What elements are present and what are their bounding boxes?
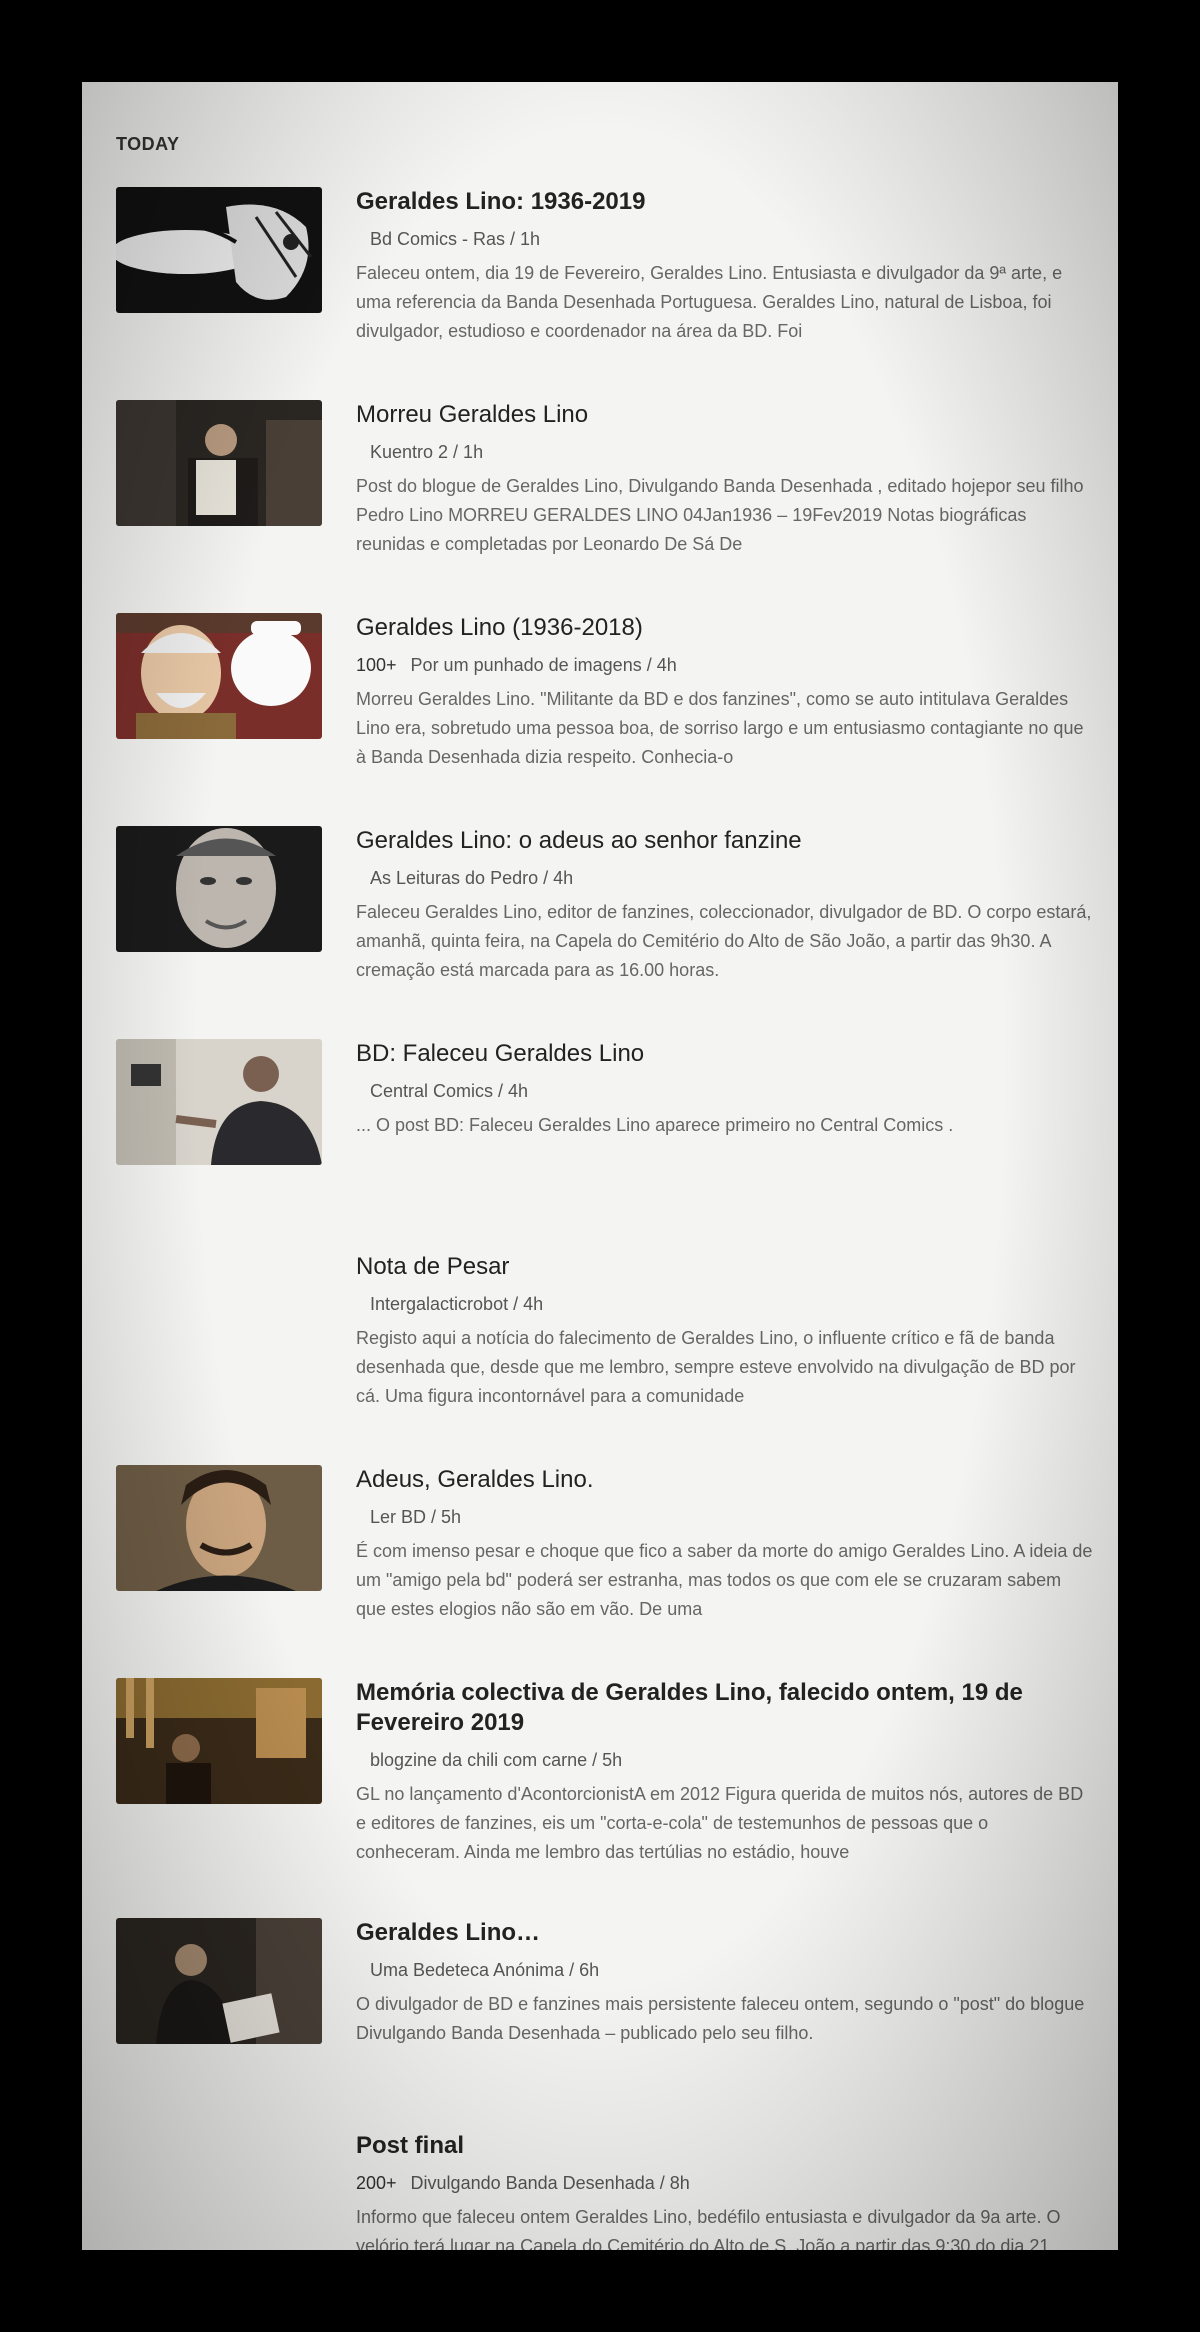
article-item[interactable]: Post final 200+ Divulgando Banda Desenhad… (116, 2131, 1096, 2250)
popularity-count: 100+ (356, 655, 397, 675)
article-item[interactable]: Adeus, Geraldes Lino. Ler BD / 5h É com … (116, 1465, 1096, 1678)
article-meta: Kuentro 2 / 1h (356, 440, 1096, 464)
article-item[interactable]: Geraldes Lino (1936-2018) 100+ Por um pun… (116, 613, 1096, 826)
article-snippet: Faleceu ontem, dia 19 de Fevereiro, Gera… (356, 263, 1063, 341)
article-snippet: Post do blogue de Geraldes Lino, Divulga… (356, 476, 1084, 554)
article-source: blogzine da chili com carne / 5h (370, 1750, 623, 1770)
article-title[interactable]: Geraldes Lino: o adeus ao senhor fanzine (356, 826, 1096, 856)
feed-screen: TODAY Geraldes Lino: 1936-2019 Bd Comics… (82, 82, 1118, 2250)
article-snippet: GL no lançamento d'AcontorcionistA em 20… (356, 1784, 1084, 1862)
article-title[interactable]: Geraldes Lino: 1936-2019 (356, 187, 1096, 217)
article-meta: Intergalacticrobot / 4h (356, 1292, 1096, 1316)
article-item[interactable]: Geraldes Lino: o adeus ao senhor fanzine… (116, 826, 1096, 1039)
article-source: Ler BD / 5h (370, 1507, 462, 1527)
article-item[interactable]: BD: Faleceu Geraldes Lino Central Comics… (116, 1039, 1096, 1252)
article-source: Uma Bedeteca Anónima / 6h (370, 1960, 600, 1980)
article-snippet: Registo aqui a notícia do falecimento de… (356, 1328, 1076, 1406)
article-meta: Uma Bedeteca Anónima / 6h (356, 1958, 1096, 1982)
article-snippet: Faleceu Geraldes Lino, editor de fanzine… (356, 902, 1092, 980)
article-thumbnail[interactable] (116, 826, 322, 952)
article-meta: blogzine da chili com carne / 5h (356, 1748, 1096, 1772)
article-title[interactable]: Adeus, Geraldes Lino. (356, 1465, 1096, 1495)
article-meta: Ler BD / 5h (356, 1505, 1096, 1529)
article-thumbnail[interactable] (116, 1039, 322, 1165)
article-thumbnail[interactable] (116, 1465, 322, 1591)
article-thumbnail[interactable] (116, 1918, 322, 2044)
article-thumbnail[interactable] (116, 1678, 322, 1804)
article-title[interactable]: Geraldes Lino (1936-2018) (356, 613, 1096, 643)
article-snippet: ... O post BD: Faleceu Geraldes Lino apa… (356, 1115, 954, 1135)
article-title[interactable]: Morreu Geraldes Lino (356, 400, 1096, 430)
article-snippet: Morreu Geraldes Lino. "Militante da BD e… (356, 689, 1084, 767)
article-title[interactable]: Nota de Pesar (356, 1252, 1096, 1282)
article-feed: Geraldes Lino: 1936-2019 Bd Comics - Ras… (116, 187, 1096, 2250)
article-source: Por um punhado de imagens / 4h (410, 655, 677, 675)
article-meta: Central Comics / 4h (356, 1079, 1096, 1103)
article-title[interactable]: Post final (356, 2131, 1096, 2161)
article-title[interactable]: BD: Faleceu Geraldes Lino (356, 1039, 1096, 1069)
article-thumbnail[interactable] (116, 613, 322, 739)
article-source: Intergalacticrobot / 4h (370, 1294, 544, 1314)
article-title[interactable]: Memória colectiva de Geraldes Lino, fale… (356, 1678, 1096, 1738)
article-source: As Leituras do Pedro / 4h (370, 868, 574, 888)
article-source: Central Comics / 4h (370, 1081, 529, 1101)
article-snippet: O divulgador de BD e fanzines mais persi… (356, 1994, 1085, 2043)
article-snippet: É com imenso pesar e choque que fico a s… (356, 1541, 1093, 1619)
article-item[interactable]: Geraldes Lino… Uma Bedeteca Anónima / 6h… (116, 1918, 1096, 2131)
article-item[interactable]: Nota de Pesar Intergalacticrobot / 4h Re… (116, 1252, 1096, 1465)
article-item[interactable]: Memória colectiva de Geraldes Lino, fale… (116, 1678, 1096, 1918)
article-source: Bd Comics - Ras / 1h (370, 229, 541, 249)
article-title[interactable]: Geraldes Lino… (356, 1918, 1096, 1948)
article-item[interactable]: Morreu Geraldes Lino Kuentro 2 / 1h Post… (116, 400, 1096, 613)
article-item[interactable]: Geraldes Lino: 1936-2019 Bd Comics - Ras… (116, 187, 1096, 400)
article-source: Kuentro 2 / 1h (370, 442, 484, 462)
article-source: Divulgando Banda Desenhada / 8h (410, 2173, 690, 2193)
article-meta: Bd Comics - Ras / 1h (356, 227, 1096, 251)
article-thumbnail[interactable] (116, 187, 322, 313)
article-snippet: Informo que faleceu ontem Geraldes Lino,… (356, 2207, 1061, 2250)
article-thumbnail[interactable] (116, 400, 322, 526)
article-meta: 100+ Por um punhado de imagens / 4h (356, 653, 1096, 677)
article-meta: As Leituras do Pedro / 4h (356, 866, 1096, 890)
section-label-today: TODAY (116, 134, 180, 154)
popularity-count: 200+ (356, 2173, 397, 2193)
article-meta: 200+ Divulgando Banda Desenhada / 8h (356, 2171, 1096, 2195)
